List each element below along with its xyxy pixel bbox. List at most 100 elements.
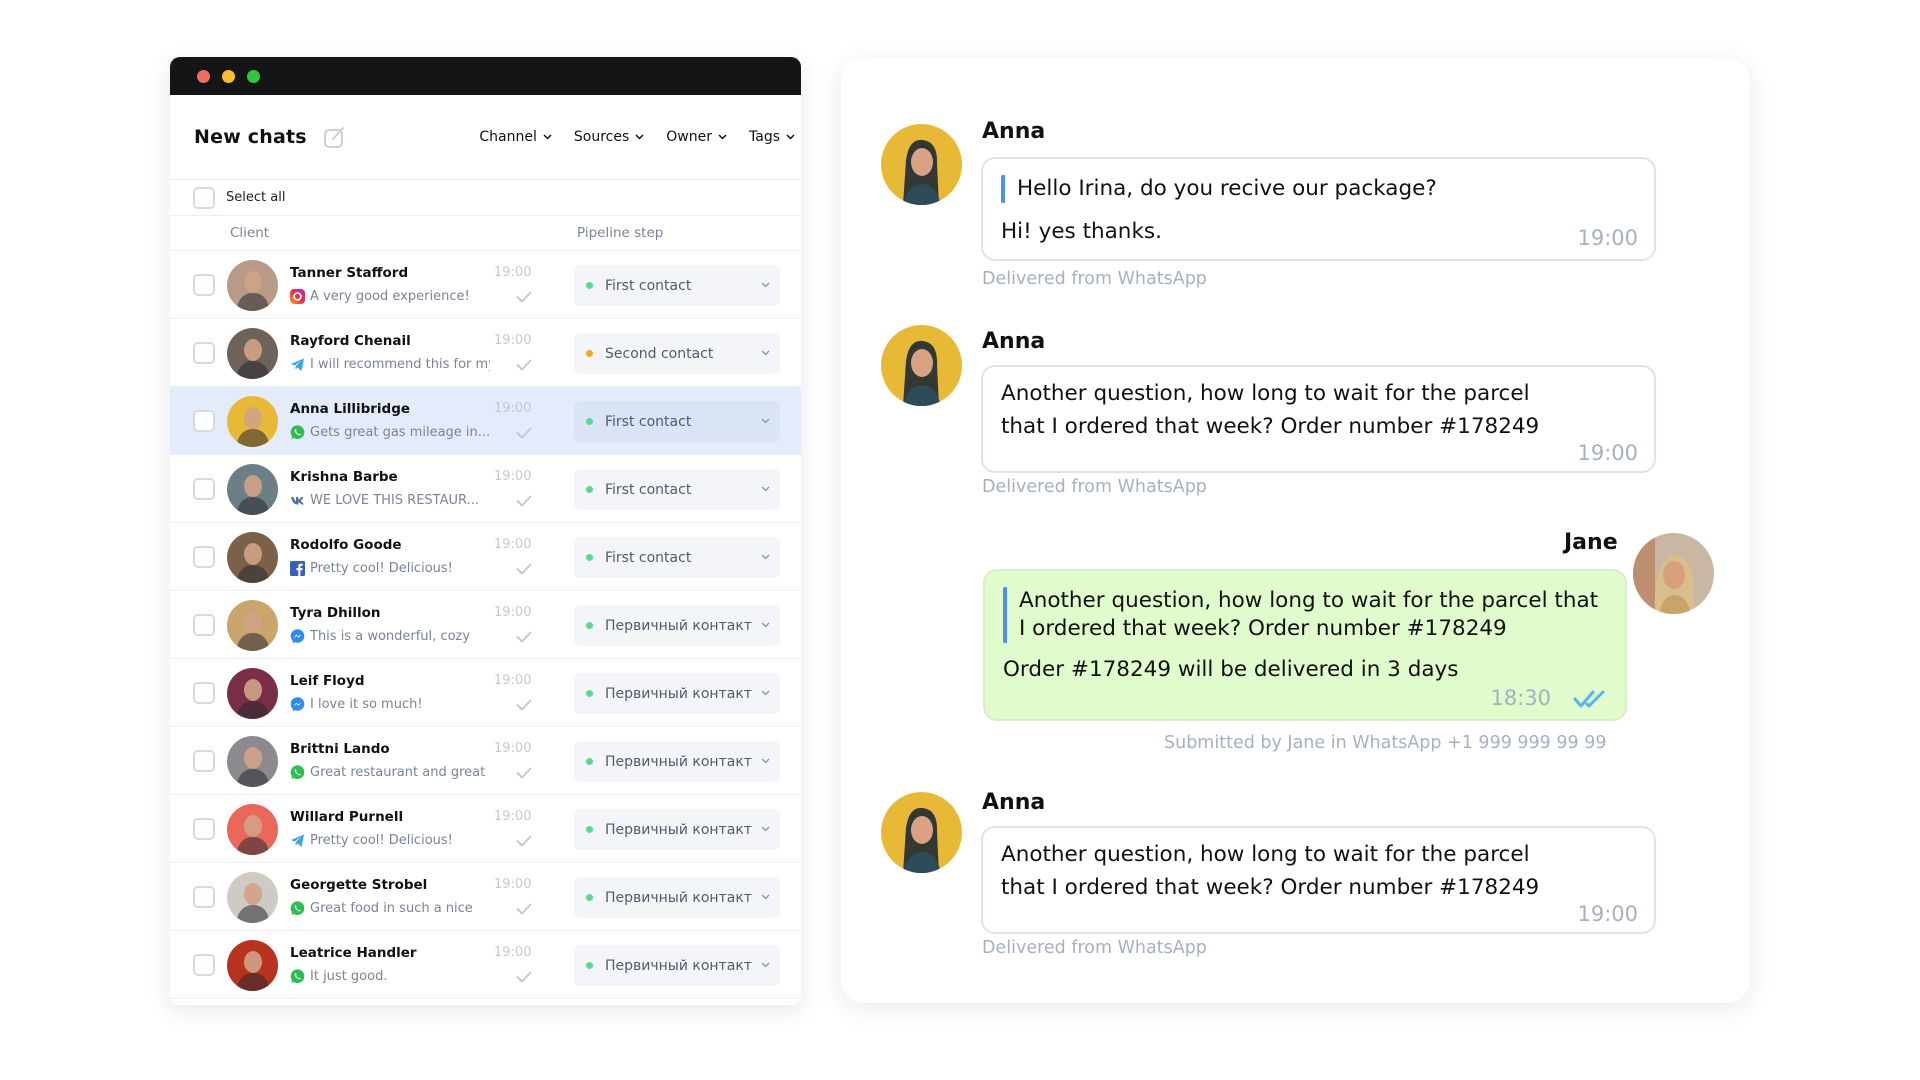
client-name: Brittni Lando (290, 741, 390, 757)
chat-list-row[interactable]: Leif Floyd 19:00 I love it so much! Первичн… (170, 659, 801, 727)
message-time: 19:00 (494, 741, 532, 756)
check-icon (516, 767, 532, 779)
chat-list-row[interactable]: Leatrice Handler 19:00 It just good. Первич… (170, 931, 801, 999)
message-preview: Gets great gas mileage in... (290, 425, 490, 440)
messenger-icon (290, 629, 305, 644)
check-icon (516, 631, 532, 643)
filter-tags[interactable]: Tags (749, 129, 795, 145)
chat-list-row[interactable]: Rodolfo Goode 19:00 Pretty cool! Delicious… (170, 523, 801, 591)
chevron-down-icon (761, 826, 770, 832)
chevron-down-icon (635, 134, 644, 140)
message-time: 19:00 (494, 809, 532, 824)
message-sender: Jane (1564, 530, 1618, 555)
row-checkbox[interactable] (193, 886, 215, 908)
message-time: 19:00 (494, 401, 532, 416)
row-checkbox[interactable] (193, 614, 215, 636)
pipeline-step-label: Первичный контакт (605, 753, 752, 770)
avatar-anna (881, 124, 962, 205)
pipeline-step-dropdown[interactable]: Первичный контакт (574, 673, 780, 714)
pipeline-step-dropdown[interactable]: Первичный контакт (574, 605, 780, 646)
row-checkbox[interactable] (193, 546, 215, 568)
facebook-icon (290, 561, 305, 576)
message-time: 19:00 (494, 605, 532, 620)
row-checkbox[interactable] (193, 750, 215, 772)
message-time: 19:00 (494, 877, 532, 892)
avatar-anna (881, 792, 962, 873)
chat-list-row[interactable]: Anna Lillibridge 19:00 Gets great gas mile… (170, 387, 801, 455)
filter-label: Owner (666, 129, 712, 145)
check-icon (516, 903, 532, 915)
preview-text: I will recommend this for my (310, 357, 490, 372)
check-icon (516, 971, 532, 983)
message-text-line: Another question, how long to wait for t… (1001, 842, 1530, 867)
avatar (227, 736, 278, 787)
row-checkbox[interactable] (193, 410, 215, 432)
column-header-client[interactable]: Client (230, 225, 269, 241)
message-text-line: that I ordered that week? Order number #… (1001, 875, 1540, 900)
delivery-status: Delivered from WhatsApp (982, 269, 1207, 289)
filter-channel[interactable]: Channel (479, 129, 552, 145)
chat-list-row[interactable]: Tanner Stafford 19:00 A very good experien… (170, 251, 801, 319)
row-checkbox[interactable] (193, 274, 215, 296)
preview-text: It just good. (310, 969, 388, 984)
message-text-line: Another question, how long to wait for t… (1001, 381, 1530, 406)
whatsapp-icon (290, 969, 305, 984)
pipeline-step-label: Первичный контакт (605, 617, 752, 634)
client-name: Rodolfo Goode (290, 537, 402, 553)
pipeline-step-label: First contact (605, 481, 692, 498)
avatar (227, 260, 278, 311)
row-checkbox[interactable] (193, 478, 215, 500)
preview-text: This is a wonderful, cozy (310, 629, 471, 644)
select-all-checkbox[interactable] (193, 186, 215, 209)
chat-list-row[interactable]: Brittni Lando 19:00 Great restaurant and g… (170, 727, 801, 795)
filter-sources[interactable]: Sources (574, 129, 644, 145)
pipeline-step-dropdown[interactable]: Первичный контакт (574, 877, 780, 918)
message-text-line: that I ordered that week? Order number #… (1001, 414, 1540, 439)
filter-owner[interactable]: Owner (666, 129, 727, 145)
pipeline-step-dropdown[interactable]: Первичный контакт (574, 741, 780, 782)
chat-list-row[interactable]: Rayford Chenail 19:00 I will recommend thi… (170, 319, 801, 387)
close-window-button[interactable] (197, 69, 210, 83)
client-name: Georgette Strobel (290, 877, 428, 893)
check-icon (516, 699, 532, 711)
filter-bar: Channel Sources Owner Tags (479, 129, 801, 145)
row-checkbox[interactable] (193, 342, 215, 364)
pipeline-step-label: Первичный контакт (605, 821, 752, 838)
window-titlebar (170, 57, 801, 95)
pipeline-step-dropdown[interactable]: First contact (574, 265, 780, 306)
chat-list-row[interactable]: Willard Purnell 19:00 Pretty cool! Delicio… (170, 795, 801, 863)
chevron-down-icon (761, 622, 770, 628)
chevron-down-icon (786, 134, 795, 140)
message-text: Order #178249 will be delivered in 3 day… (1003, 657, 1459, 682)
pipeline-step-dropdown[interactable]: Second contact (574, 333, 780, 374)
column-header-pipeline[interactable]: Pipeline step (577, 225, 663, 241)
pipeline-step-dropdown[interactable]: First contact (574, 469, 780, 510)
avatar-anna (881, 325, 962, 406)
row-checkbox[interactable] (193, 818, 215, 840)
delivery-status: Delivered from WhatsApp (982, 477, 1207, 497)
maximize-window-button[interactable] (247, 69, 260, 83)
client-name: Tanner Stafford (290, 265, 409, 281)
pipeline-step-dropdown[interactable]: First contact (574, 537, 780, 578)
status-dot (586, 350, 593, 357)
message-time: 19:00 (1577, 902, 1638, 926)
edit-icon[interactable] (323, 125, 347, 149)
chat-list-row[interactable]: Krishna Barbe 19:00 WE LOVE THIS RESTAUR..… (170, 455, 801, 523)
message-sender: Anna (982, 790, 1046, 815)
status-dot (586, 690, 593, 697)
message-time: 19:00 (494, 265, 532, 280)
chat-list-row[interactable]: Georgette Strobel 19:00 Great food in such… (170, 863, 801, 931)
minimize-window-button[interactable] (222, 69, 235, 83)
message-preview: Great food in such a nice (290, 901, 490, 916)
chat-list-row[interactable]: Tyra Dhillon 19:00 This is a wonderful, co… (170, 591, 801, 659)
pipeline-step-dropdown[interactable]: Первичный контакт (574, 809, 780, 850)
chevron-down-icon (718, 134, 727, 140)
row-checkbox[interactable] (193, 954, 215, 976)
column-headers: Client Pipeline step (170, 216, 801, 251)
message-time: 19:00 (494, 537, 532, 552)
row-checkbox[interactable] (193, 682, 215, 704)
avatar (227, 328, 278, 379)
message-time: 19:00 (494, 333, 532, 348)
pipeline-step-dropdown[interactable]: First contact (574, 401, 780, 442)
pipeline-step-dropdown[interactable]: Первичный контакт (574, 945, 780, 986)
